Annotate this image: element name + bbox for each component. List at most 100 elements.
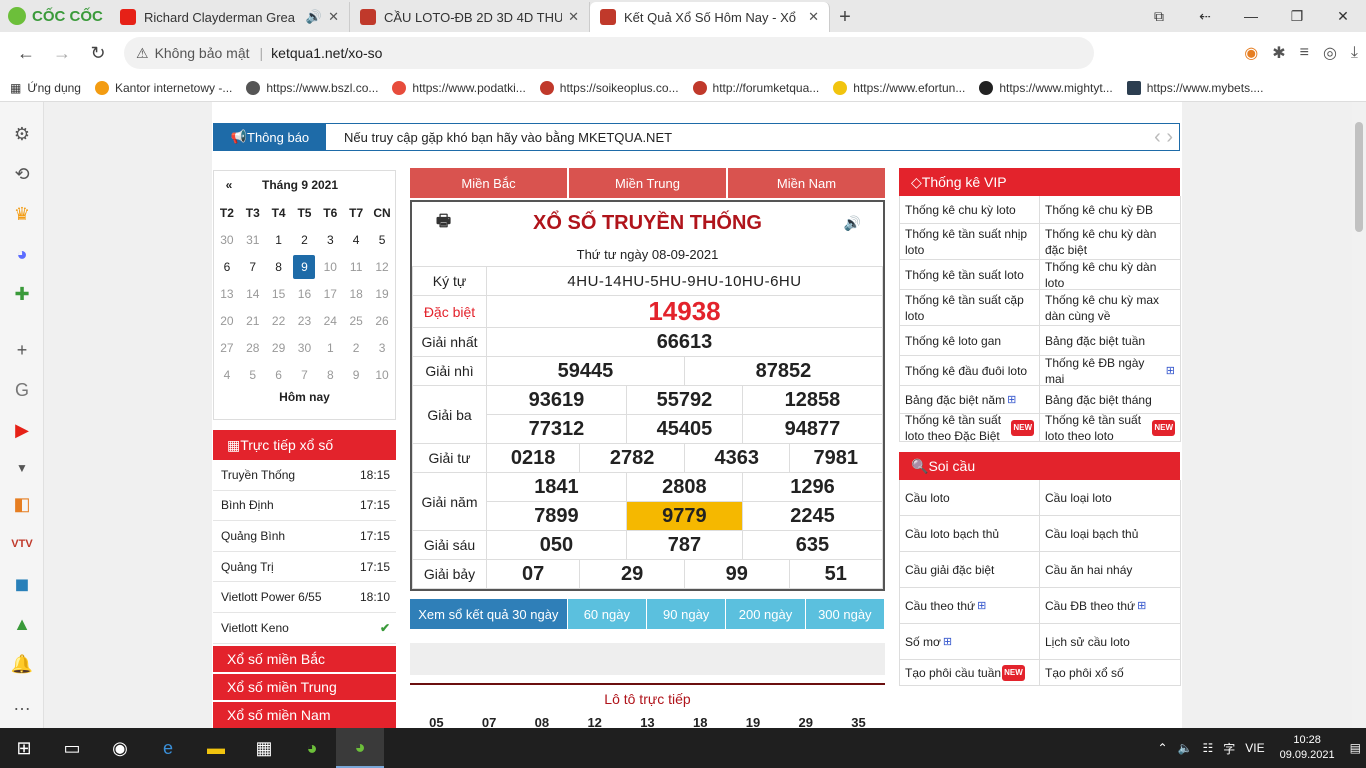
downloads-icon[interactable]: ⤓: [1351, 44, 1358, 62]
vip-link[interactable]: Thống kê tần suất loto theo Đặc Biệt NEW: [900, 413, 1040, 443]
security-label[interactable]: Không bảo mật: [155, 45, 250, 61]
vip-link[interactable]: Thống kê chu kỳ loto: [900, 196, 1040, 224]
calendar-day[interactable]: 24: [317, 307, 343, 334]
profile-icon[interactable]: ◎: [1323, 43, 1337, 63]
puzzle-icon[interactable]: ✱: [1272, 43, 1285, 63]
live-row[interactable]: Vietlott Power 6/55 18:10: [213, 582, 396, 613]
link-mien-bac[interactable]: Xổ số miền Bắc: [213, 645, 396, 672]
minimize-button[interactable]: —: [1228, 0, 1274, 32]
calendar-day[interactable]: 20: [214, 307, 240, 334]
g-icon[interactable]: G: [10, 378, 34, 402]
speaker-icon[interactable]: 🔊: [306, 9, 322, 25]
calendar-day[interactable]: 14: [240, 280, 266, 307]
calendar-day[interactable]: 15: [266, 280, 292, 307]
folder-icon[interactable]: ▬: [192, 728, 240, 768]
calendar-day[interactable]: 12: [369, 253, 395, 280]
calendar-day[interactable]: 11: [343, 253, 369, 280]
back-arrow-icon[interactable]: ⇠: [1182, 0, 1228, 32]
plus-icon[interactable]: ⊞: [1007, 392, 1016, 408]
soicau-link[interactable]: Cầu loto bạch thủ: [900, 516, 1040, 552]
today-button[interactable]: Hôm nay: [214, 390, 395, 404]
calendar-day[interactable]: 1: [317, 334, 343, 361]
tab-ketqua[interactable]: Kết Quả Xổ Số Hôm Nay - Xổ ✕: [590, 2, 830, 32]
live-row[interactable]: Truyền Thống 18:15: [213, 460, 396, 491]
notice-arrows-icon[interactable]: ‹ ›: [1154, 126, 1173, 149]
coccoc-logo[interactable]: CỐC CỐC: [0, 0, 110, 32]
maximize-button[interactable]: ❐: [1274, 0, 1320, 32]
live-row[interactable]: Quảng Bình 17:15: [213, 521, 396, 552]
vip-link[interactable]: Bảng đặc biệt tháng: [1040, 386, 1181, 414]
network-icon[interactable]: ☷: [1202, 741, 1213, 755]
more-icon[interactable]: …: [10, 692, 34, 716]
chrome-icon[interactable]: ◉: [1244, 43, 1258, 63]
soicau-link[interactable]: Tạo phôi cầu tuần NEW: [900, 660, 1040, 686]
forward-button[interactable]: →: [44, 35, 80, 71]
calendar-day[interactable]: 3: [369, 334, 395, 361]
calendar-day[interactable]: 6: [214, 253, 240, 280]
days-button[interactable]: 200 ngày: [726, 599, 806, 629]
calendar-day[interactable]: 9: [343, 361, 369, 388]
soicau-link[interactable]: Cầu ăn hai nháy: [1040, 552, 1181, 588]
vip-link[interactable]: Thống kê chu kỳ dàn đặc biệt: [1040, 224, 1181, 260]
plus-icon[interactable]: ⊞: [1166, 363, 1175, 379]
calendar-day[interactable]: 10: [317, 253, 343, 280]
print-icon[interactable]: 🖶: [436, 210, 451, 237]
reload-button[interactable]: ↻: [80, 35, 116, 71]
bookmark-apps[interactable]: ▦ Ứng dụng: [10, 81, 81, 95]
app-icon[interactable]: ◉: [96, 728, 144, 768]
calendar-day[interactable]: 27: [214, 334, 240, 361]
scrollbar-thumb[interactable]: [1355, 122, 1363, 232]
vip-link[interactable]: Thống kê chu kỳ max dàn cùng về: [1040, 290, 1181, 326]
calendar-day[interactable]: 28: [240, 334, 266, 361]
tab-youtube[interactable]: Richard Clayderman Grea 🔊 ✕: [110, 2, 350, 32]
calendar-day[interactable]: 19: [369, 280, 395, 307]
tab-cau-loto[interactable]: CẦU LOTO-ĐB 2D 3D 4D THƯ ✕: [350, 2, 590, 32]
soicau-link[interactable]: Cầu giải đặc biệt: [900, 552, 1040, 588]
link-mien-trung[interactable]: Xổ số miền Trung: [213, 673, 396, 700]
notice-text[interactable]: Nếu truy cập gặp khó bạn hãy vào bằng MK…: [344, 130, 672, 145]
calendar-day[interactable]: 18: [343, 280, 369, 307]
calendar-day[interactable]: 22: [266, 307, 292, 334]
tiki-icon[interactable]: ◼: [10, 572, 34, 596]
calendar-day[interactable]: 16: [292, 280, 318, 307]
calendar-day[interactable]: 31: [240, 226, 266, 253]
warning-icon[interactable]: ⚠: [136, 45, 149, 62]
calendar-day[interactable]: 29: [266, 334, 292, 361]
bookmark-item[interactable]: Kantor internetowy -...: [94, 80, 232, 95]
clock[interactable]: 10:28 09.09.2021: [1280, 733, 1335, 763]
coccoc-taskbar-icon[interactable]: ◕: [288, 728, 336, 768]
calendar-day[interactable]: 21: [240, 307, 266, 334]
tab-mien-trung[interactable]: Miền Trung: [569, 168, 726, 198]
store-icon[interactable]: ▦: [240, 728, 288, 768]
calendar-day[interactable]: 13: [214, 280, 240, 307]
soicau-link[interactable]: Tạo phôi xổ số: [1040, 660, 1181, 686]
settings-gear-icon[interactable]: ⚙: [10, 122, 34, 146]
soicau-link[interactable]: Cầu loại loto: [1040, 480, 1181, 516]
calendar-day[interactable]: 5: [240, 361, 266, 388]
calendar-day[interactable]: 4: [214, 361, 240, 388]
calendar-day[interactable]: 17: [317, 280, 343, 307]
link-mien-nam[interactable]: Xổ số miền Nam: [213, 701, 396, 728]
close-tab-icon[interactable]: ✕: [328, 9, 339, 25]
calendar-day[interactable]: 1: [266, 226, 292, 253]
calendar-day[interactable]: 8: [317, 361, 343, 388]
soicau-link[interactable]: Cầu loto: [900, 480, 1040, 516]
close-tab-icon[interactable]: ✕: [808, 9, 819, 25]
bell-icon[interactable]: 🔔: [10, 652, 34, 676]
windows-start-icon[interactable]: ⊞: [0, 728, 48, 768]
tab-mien-bac[interactable]: Miền Bắc: [410, 168, 567, 198]
scrollbar[interactable]: [1352, 102, 1366, 728]
calendar-day[interactable]: 25: [343, 307, 369, 334]
calendar-today[interactable]: 9: [292, 253, 318, 280]
gamepad-icon[interactable]: ✚: [10, 282, 34, 306]
crown-icon[interactable]: ♛: [10, 202, 34, 226]
vip-link[interactable]: Bảng đặc biệt năm ⊞: [900, 386, 1040, 414]
edge-icon[interactable]: e: [144, 728, 192, 768]
vip-link[interactable]: Thống kê ĐB ngày mai ⊞: [1040, 356, 1181, 386]
plus-icon[interactable]: ⊞: [977, 598, 986, 614]
calendar-day[interactable]: 5: [369, 226, 395, 253]
chevron-down-icon[interactable]: ▼: [10, 456, 34, 480]
vip-link[interactable]: Thống kê tần suất loto theo loto NEW: [1040, 413, 1181, 443]
calendar-day[interactable]: 30: [214, 226, 240, 253]
days-button[interactable]: 90 ngày: [647, 599, 727, 629]
